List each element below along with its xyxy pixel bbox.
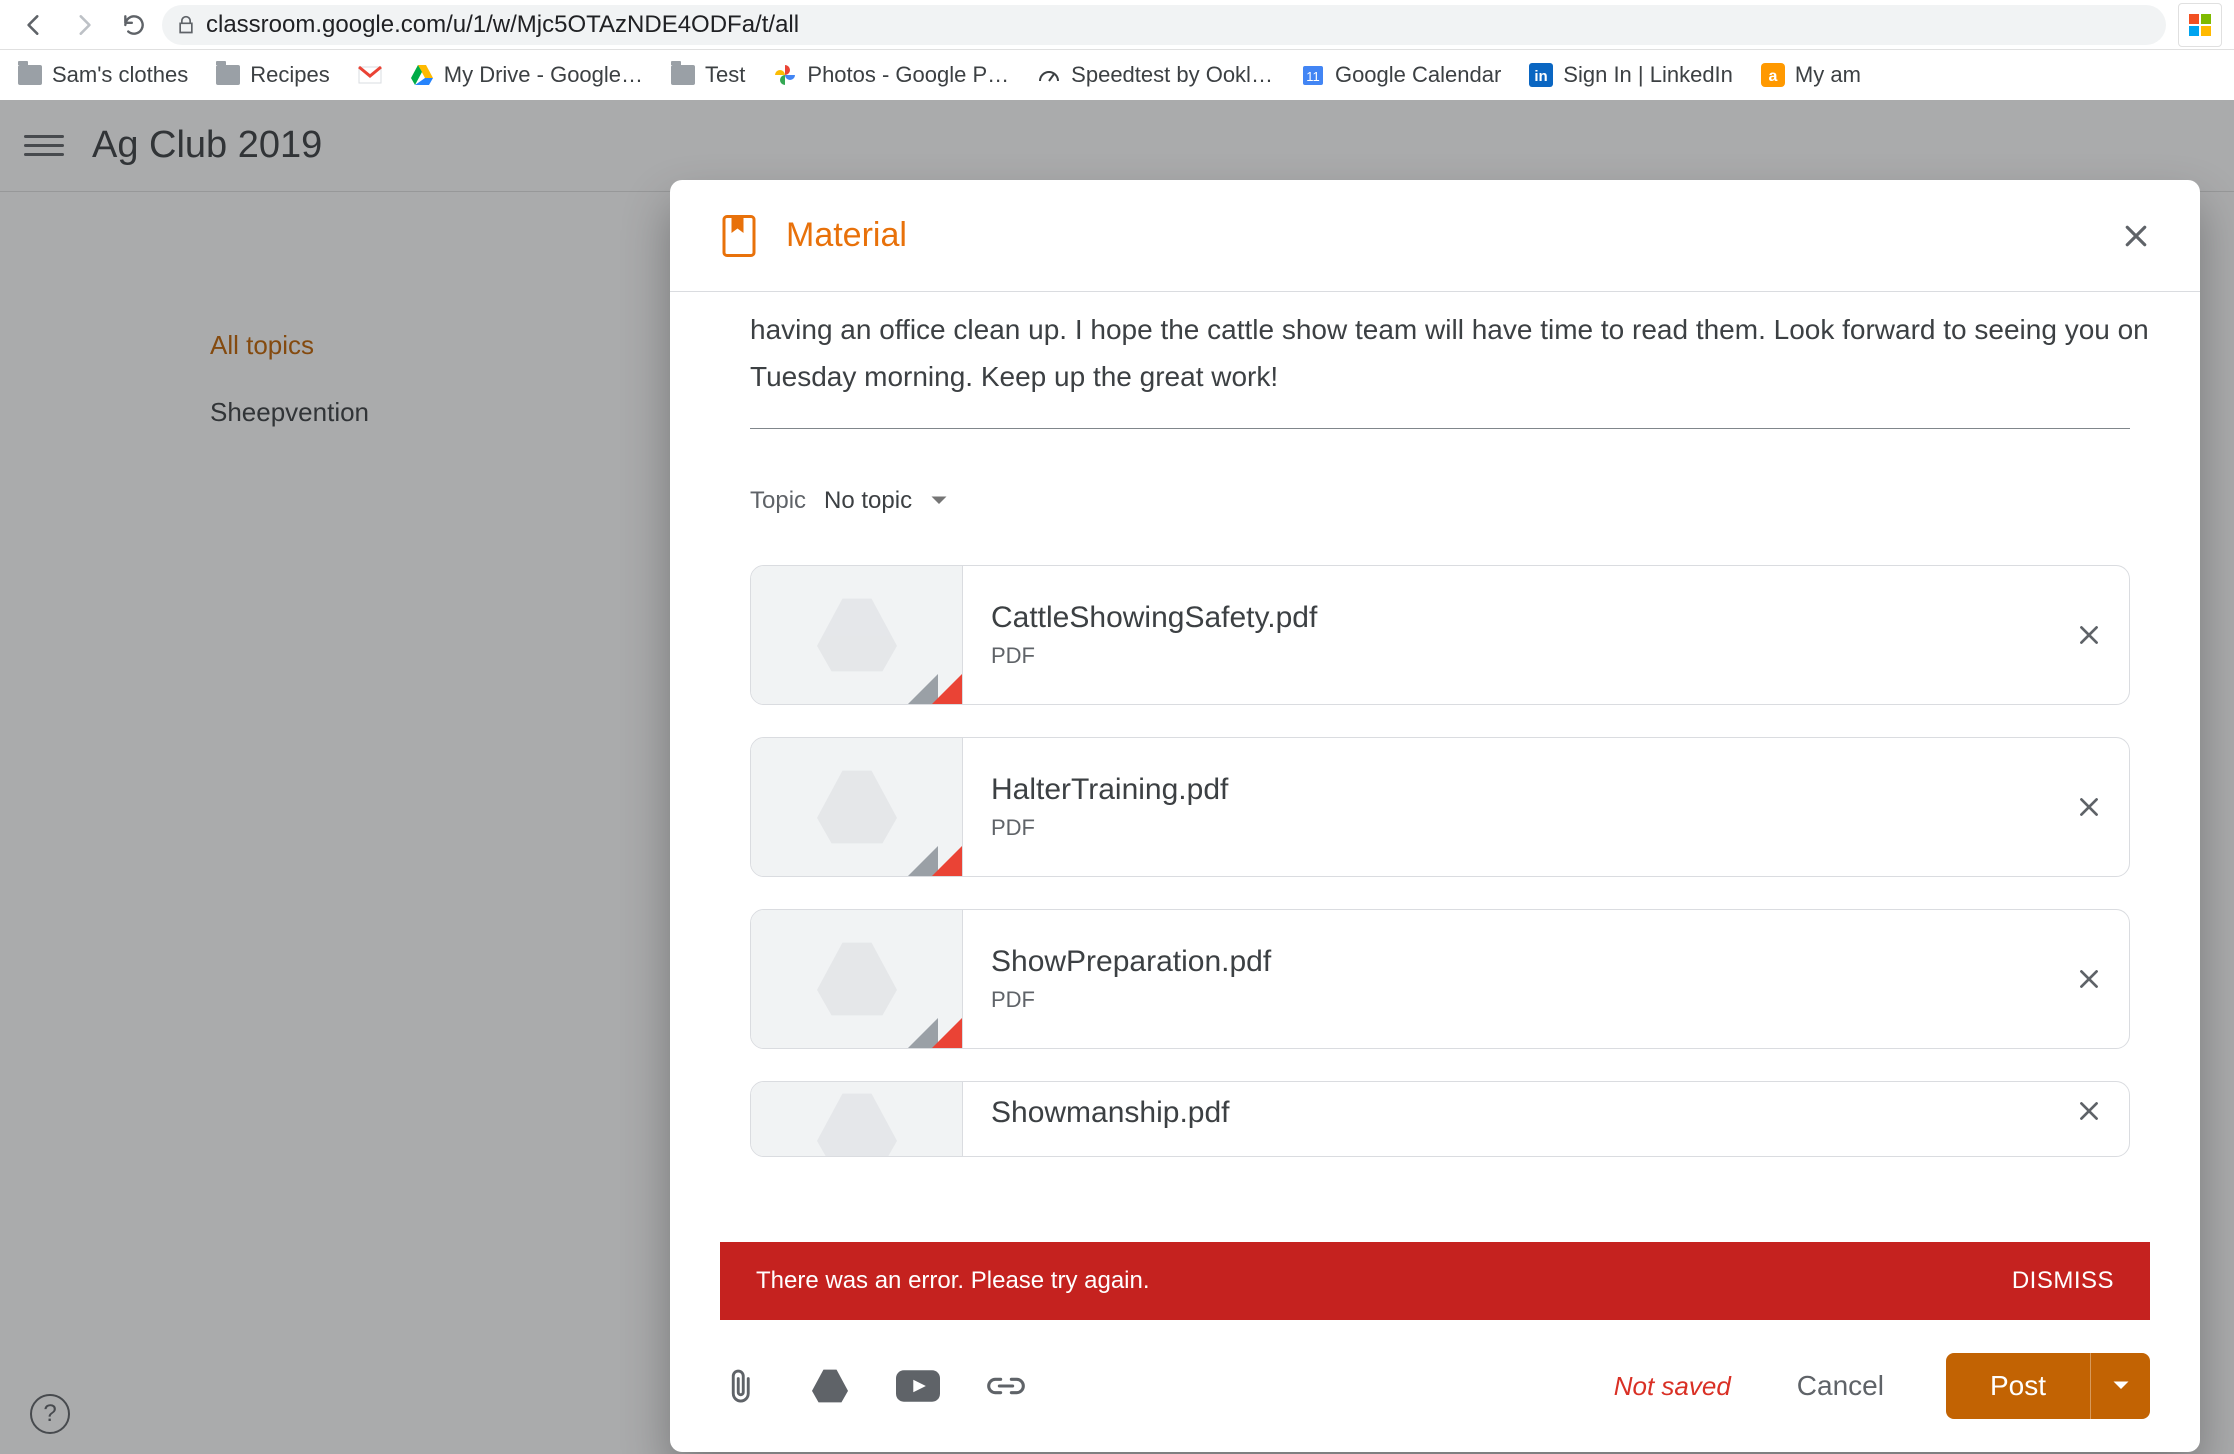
- post-options-button[interactable]: [2090, 1353, 2150, 1419]
- attachment-name: CattleShowingSafety.pdf: [991, 601, 2021, 635]
- bookmark-label: Google Calendar: [1335, 62, 1501, 88]
- material-modal: Material having an office clean up. I ho…: [670, 180, 2200, 1452]
- attachment-type: PDF: [991, 643, 2021, 669]
- attachment-item[interactable]: ShowPreparation.pdf PDF: [750, 909, 2130, 1049]
- topic-label: Topic: [750, 487, 806, 515]
- bookmark-amazon[interactable]: a My am: [1761, 62, 1861, 88]
- bookmark-label: My am: [1795, 62, 1861, 88]
- textfield-underline: [750, 428, 2130, 429]
- attachment-type: PDF: [991, 815, 2021, 841]
- bookmark-photos[interactable]: Photos - Google P…: [773, 62, 1009, 88]
- attach-link-button[interactable]: [984, 1364, 1028, 1408]
- chevron-down-icon: [930, 495, 948, 507]
- post-button[interactable]: Post: [1946, 1353, 2090, 1419]
- attachment-thumb: [751, 738, 963, 876]
- bookmark-calendar[interactable]: 11 Google Calendar: [1301, 62, 1501, 88]
- bookmark-recipes[interactable]: Recipes: [216, 62, 329, 88]
- attach-drive-button[interactable]: [808, 1364, 852, 1408]
- attachment-item[interactable]: CattleShowingSafety.pdf PDF: [750, 565, 2130, 705]
- save-status: Not saved: [1614, 1371, 1731, 1402]
- attachment-name: ShowPreparation.pdf: [991, 945, 2021, 979]
- modal-title: Material: [786, 216, 2116, 255]
- thumb-corner-icon: [932, 846, 962, 876]
- drive-icon: [812, 595, 902, 675]
- photos-icon: [773, 63, 797, 87]
- thumb-corner-icon: [932, 674, 962, 704]
- error-banner: There was an error. Please try again. DI…: [720, 1242, 2150, 1320]
- bookmark-label: Sign In | LinkedIn: [1563, 62, 1733, 88]
- dismiss-button[interactable]: DISMISS: [2012, 1267, 2114, 1295]
- thumb-corner-icon: [932, 1018, 962, 1048]
- bookmark-gmail[interactable]: [358, 63, 382, 87]
- address-bar[interactable]: classroom.google.com/u/1/w/Mjc5OTAzNDE4O…: [162, 5, 2166, 45]
- modal-header: Material: [670, 180, 2200, 292]
- lock-icon: [176, 14, 196, 36]
- remove-attachment-button[interactable]: [2049, 738, 2129, 876]
- bookmark-test[interactable]: Test: [671, 62, 745, 88]
- description-text: having an office clean up. I hope the ca…: [750, 292, 2150, 428]
- amazon-icon: a: [1761, 63, 1785, 87]
- bookmark-linkedin[interactable]: in Sign In | LinkedIn: [1529, 62, 1733, 88]
- url-text: classroom.google.com/u/1/w/Mjc5OTAzNDE4O…: [206, 11, 799, 39]
- attachment-name: HalterTraining.pdf: [991, 773, 2021, 807]
- drive-icon: [812, 767, 902, 847]
- close-button[interactable]: [2116, 216, 2156, 256]
- cancel-button[interactable]: Cancel: [1779, 1370, 1902, 1402]
- material-icon: [720, 215, 758, 257]
- drive-icon: [812, 939, 902, 1019]
- folder-icon: [18, 65, 42, 85]
- attachment-item[interactable]: HalterTraining.pdf PDF: [750, 737, 2130, 877]
- gauge-icon: [1037, 63, 1061, 87]
- attachment-item[interactable]: Showmanship.pdf: [750, 1081, 2130, 1157]
- attachment-type: PDF: [991, 987, 2021, 1013]
- attachment-thumb: [751, 566, 963, 704]
- bookmark-label: My Drive - Google…: [444, 62, 643, 88]
- bookmark-sams-clothes[interactable]: Sam's clothes: [18, 62, 188, 88]
- attach-youtube-button[interactable]: [896, 1364, 940, 1408]
- browser-toolbar: classroom.google.com/u/1/w/Mjc5OTAzNDE4O…: [0, 0, 2234, 50]
- attachment-thumb: [751, 1082, 963, 1156]
- bookmark-label: Speedtest by Ookl…: [1071, 62, 1273, 88]
- svg-text:in: in: [1535, 68, 1548, 85]
- reload-button[interactable]: [112, 3, 156, 47]
- extension-microsoft[interactable]: [2178, 3, 2222, 47]
- svg-text:11: 11: [1306, 69, 1320, 84]
- bookmark-label: Sam's clothes: [52, 62, 188, 88]
- attachment-thumb: [751, 910, 963, 1048]
- drive-icon: [812, 1090, 902, 1157]
- back-button[interactable]: [12, 3, 56, 47]
- bookmark-speedtest[interactable]: Speedtest by Ookl…: [1037, 62, 1273, 88]
- folder-icon: [216, 65, 240, 85]
- bookmark-label: Photos - Google P…: [807, 62, 1009, 88]
- modal-footer: Not saved Cancel Post: [670, 1320, 2200, 1452]
- svg-text:a: a: [1768, 68, 1777, 85]
- error-message: There was an error. Please try again.: [756, 1267, 1150, 1295]
- remove-attachment-button[interactable]: [2049, 910, 2129, 1048]
- linkedin-icon: in: [1529, 63, 1553, 87]
- bookmark-label: Recipes: [250, 62, 329, 88]
- bookmark-label: Test: [705, 62, 745, 88]
- topic-selector[interactable]: Topic No topic: [750, 487, 2150, 515]
- topic-value: No topic: [824, 487, 912, 515]
- attach-file-button[interactable]: [720, 1364, 764, 1408]
- description-field[interactable]: having an office clean up. I hope the ca…: [750, 292, 2150, 487]
- attachment-name: Showmanship.pdf: [991, 1096, 2021, 1130]
- post-split-button: Post: [1946, 1353, 2150, 1419]
- forward-button[interactable]: [62, 3, 106, 47]
- remove-attachment-button[interactable]: [2049, 566, 2129, 704]
- microsoft-icon: [2189, 14, 2211, 36]
- attachments-list: CattleShowingSafety.pdf PDF HalterTrain: [750, 565, 2130, 1157]
- drive-icon: [410, 63, 434, 87]
- folder-icon: [671, 65, 695, 85]
- calendar-icon: 11: [1301, 63, 1325, 87]
- bookmark-my-drive[interactable]: My Drive - Google…: [410, 62, 643, 88]
- gmail-icon: [358, 63, 382, 87]
- bookmarks-bar: Sam's clothes Recipes My Drive - Google……: [0, 50, 2234, 100]
- remove-attachment-button[interactable]: [2049, 1082, 2129, 1156]
